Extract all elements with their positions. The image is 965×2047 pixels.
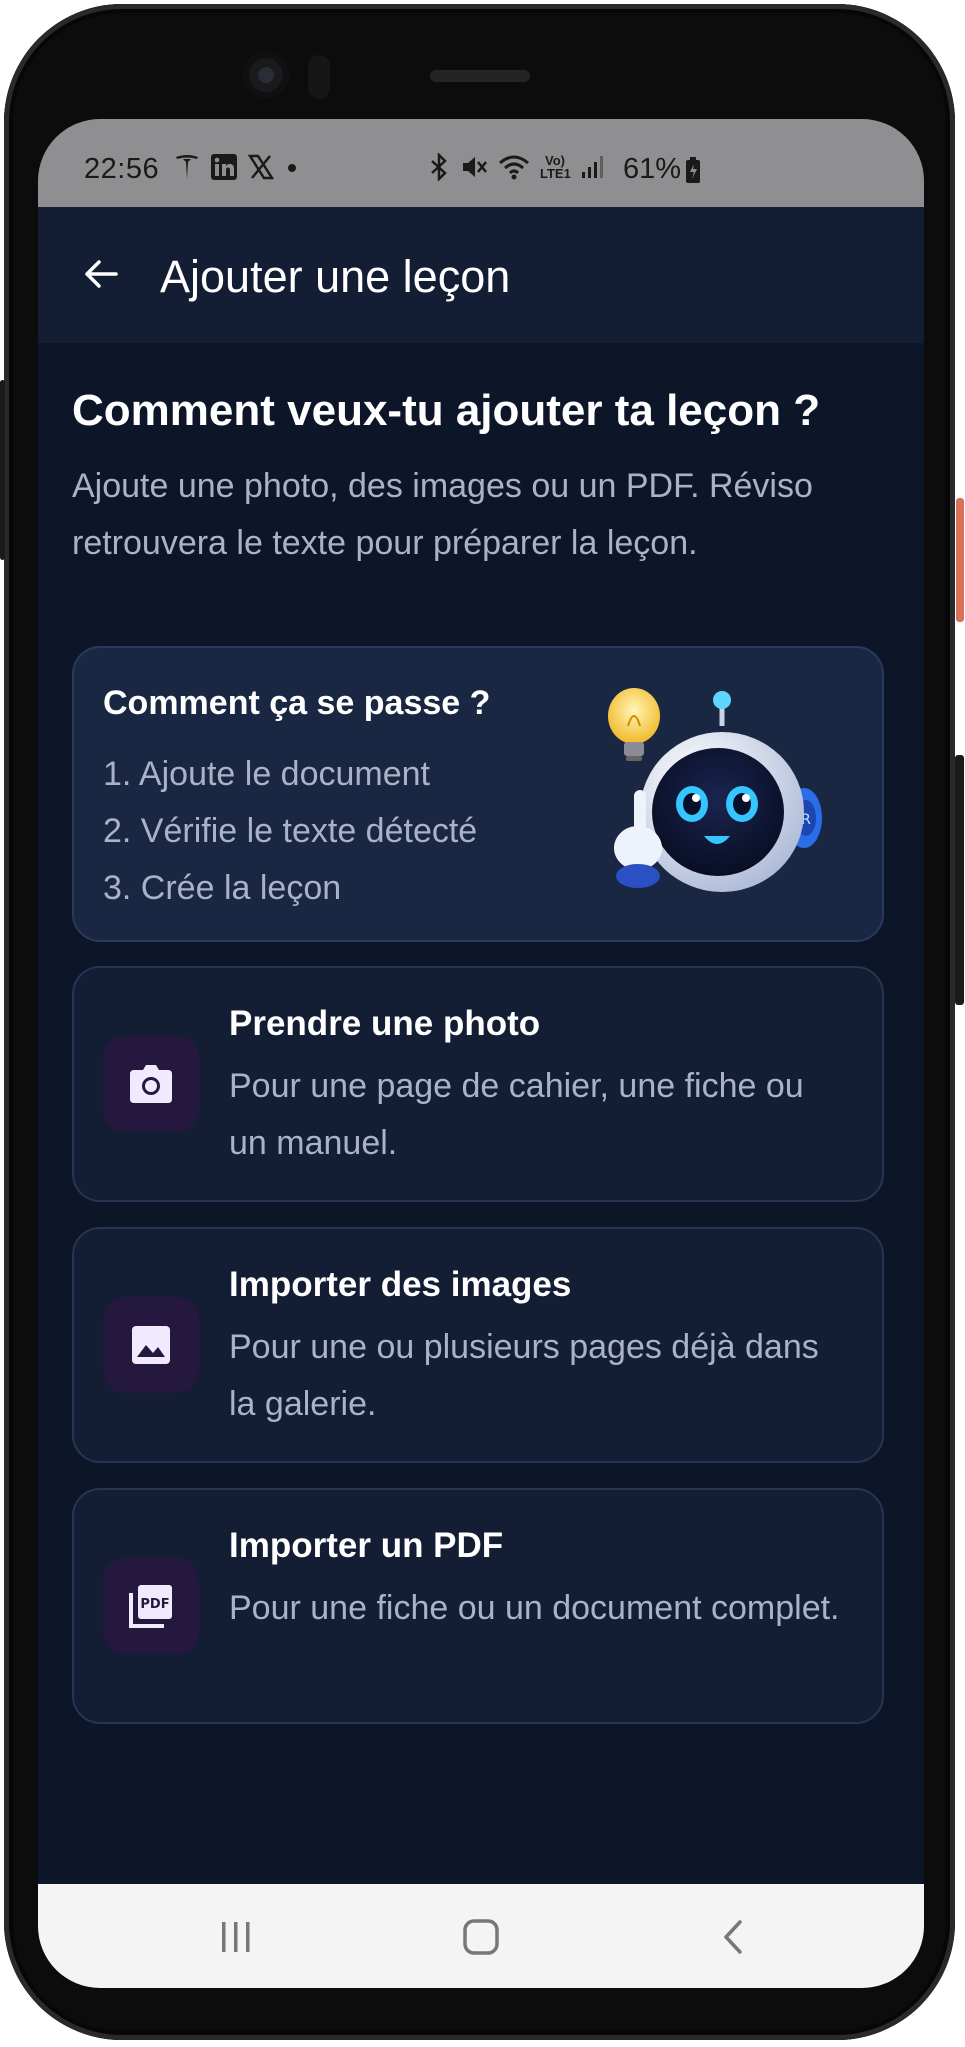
option-icon-box: PDF	[103, 1558, 199, 1654]
home-icon[interactable]	[462, 1918, 500, 1956]
arrow-left-icon[interactable]	[78, 251, 124, 297]
screen: 22:56 Vo) LTE1 61% Ajouter une leçon Com…	[38, 119, 924, 1988]
tesla-icon	[176, 155, 198, 179]
volte-icon: Vo) LTE1	[540, 153, 571, 181]
earpiece-speaker	[430, 70, 530, 82]
option-import-images[interactable]: Importer des images Pour une ou plusieur…	[72, 1227, 884, 1463]
camera-icon	[130, 1065, 172, 1103]
howto-title: Comment ça se passe ?	[103, 684, 491, 722]
section-heading: Comment veux-tu ajouter ta leçon ?	[72, 386, 821, 435]
app-bar: Ajouter une leçon	[38, 207, 924, 343]
option-take-photo[interactable]: Prendre une photo Pour une page de cahie…	[72, 966, 884, 1202]
pdf-icon-label: PDF	[140, 1597, 169, 1612]
signal-icon	[582, 156, 603, 178]
status-bar: 22:56 Vo) LTE1 61%	[38, 119, 924, 207]
volume-button	[955, 755, 964, 1005]
option-icon-box	[103, 1036, 199, 1132]
mute-icon	[463, 157, 487, 177]
pdf-icon: PDF	[129, 1585, 172, 1628]
battery-percent: 61%	[623, 153, 682, 185]
wifi-icon	[499, 155, 529, 180]
option-icon-box	[103, 1297, 199, 1393]
system-nav-bar	[38, 1884, 924, 1988]
howto-step: 2. Vérifie le texte détecté	[103, 812, 478, 850]
back-icon[interactable]	[718, 1918, 748, 1956]
howto-step: 3. Crée la leçon	[103, 869, 342, 907]
x-icon	[248, 154, 274, 180]
page-title: Ajouter une leçon	[160, 251, 511, 302]
option-title: Prendre une photo	[229, 1004, 541, 1043]
front-camera	[243, 52, 289, 98]
option-title: Importer des images	[229, 1265, 572, 1304]
option-import-pdf[interactable]: PDF Importer un PDF Pour une fiche ou un…	[72, 1488, 884, 1724]
option-description: Pour une page de cahier, une fiche ou un…	[229, 1067, 804, 1162]
power-button	[956, 498, 964, 622]
system-icons: Vo) LTE1	[428, 153, 604, 181]
battery-icon	[686, 156, 701, 183]
option-title: Importer un PDF	[229, 1526, 504, 1565]
bluetooth-icon	[431, 153, 447, 181]
linkedin-icon	[211, 154, 237, 180]
status-time: 22:56	[84, 153, 160, 185]
image-icon	[132, 1326, 170, 1364]
battery-indicator: 61%	[623, 153, 701, 186]
howto-step: 1. Ajoute le document	[103, 755, 431, 793]
dot-icon	[288, 164, 296, 172]
howto-steps: 1. Ajoute le document 2. Vérifie le text…	[103, 746, 477, 917]
option-description: Pour une fiche ou un document complet.	[229, 1589, 840, 1627]
robot-mascot-illustration: R	[608, 688, 822, 892]
notification-icons	[174, 153, 300, 181]
intro-text: Ajoute une photo, des images ou un PDF. …	[72, 467, 813, 562]
side-rail	[0, 380, 5, 560]
recent-apps-icon[interactable]	[218, 1920, 254, 1954]
proximity-sensor	[308, 55, 330, 99]
option-description: Pour une ou plusieurs pages déjà dans la…	[229, 1328, 819, 1423]
howto-card: Comment ça se passe ? 1. Ajoute le docum…	[72, 646, 884, 942]
